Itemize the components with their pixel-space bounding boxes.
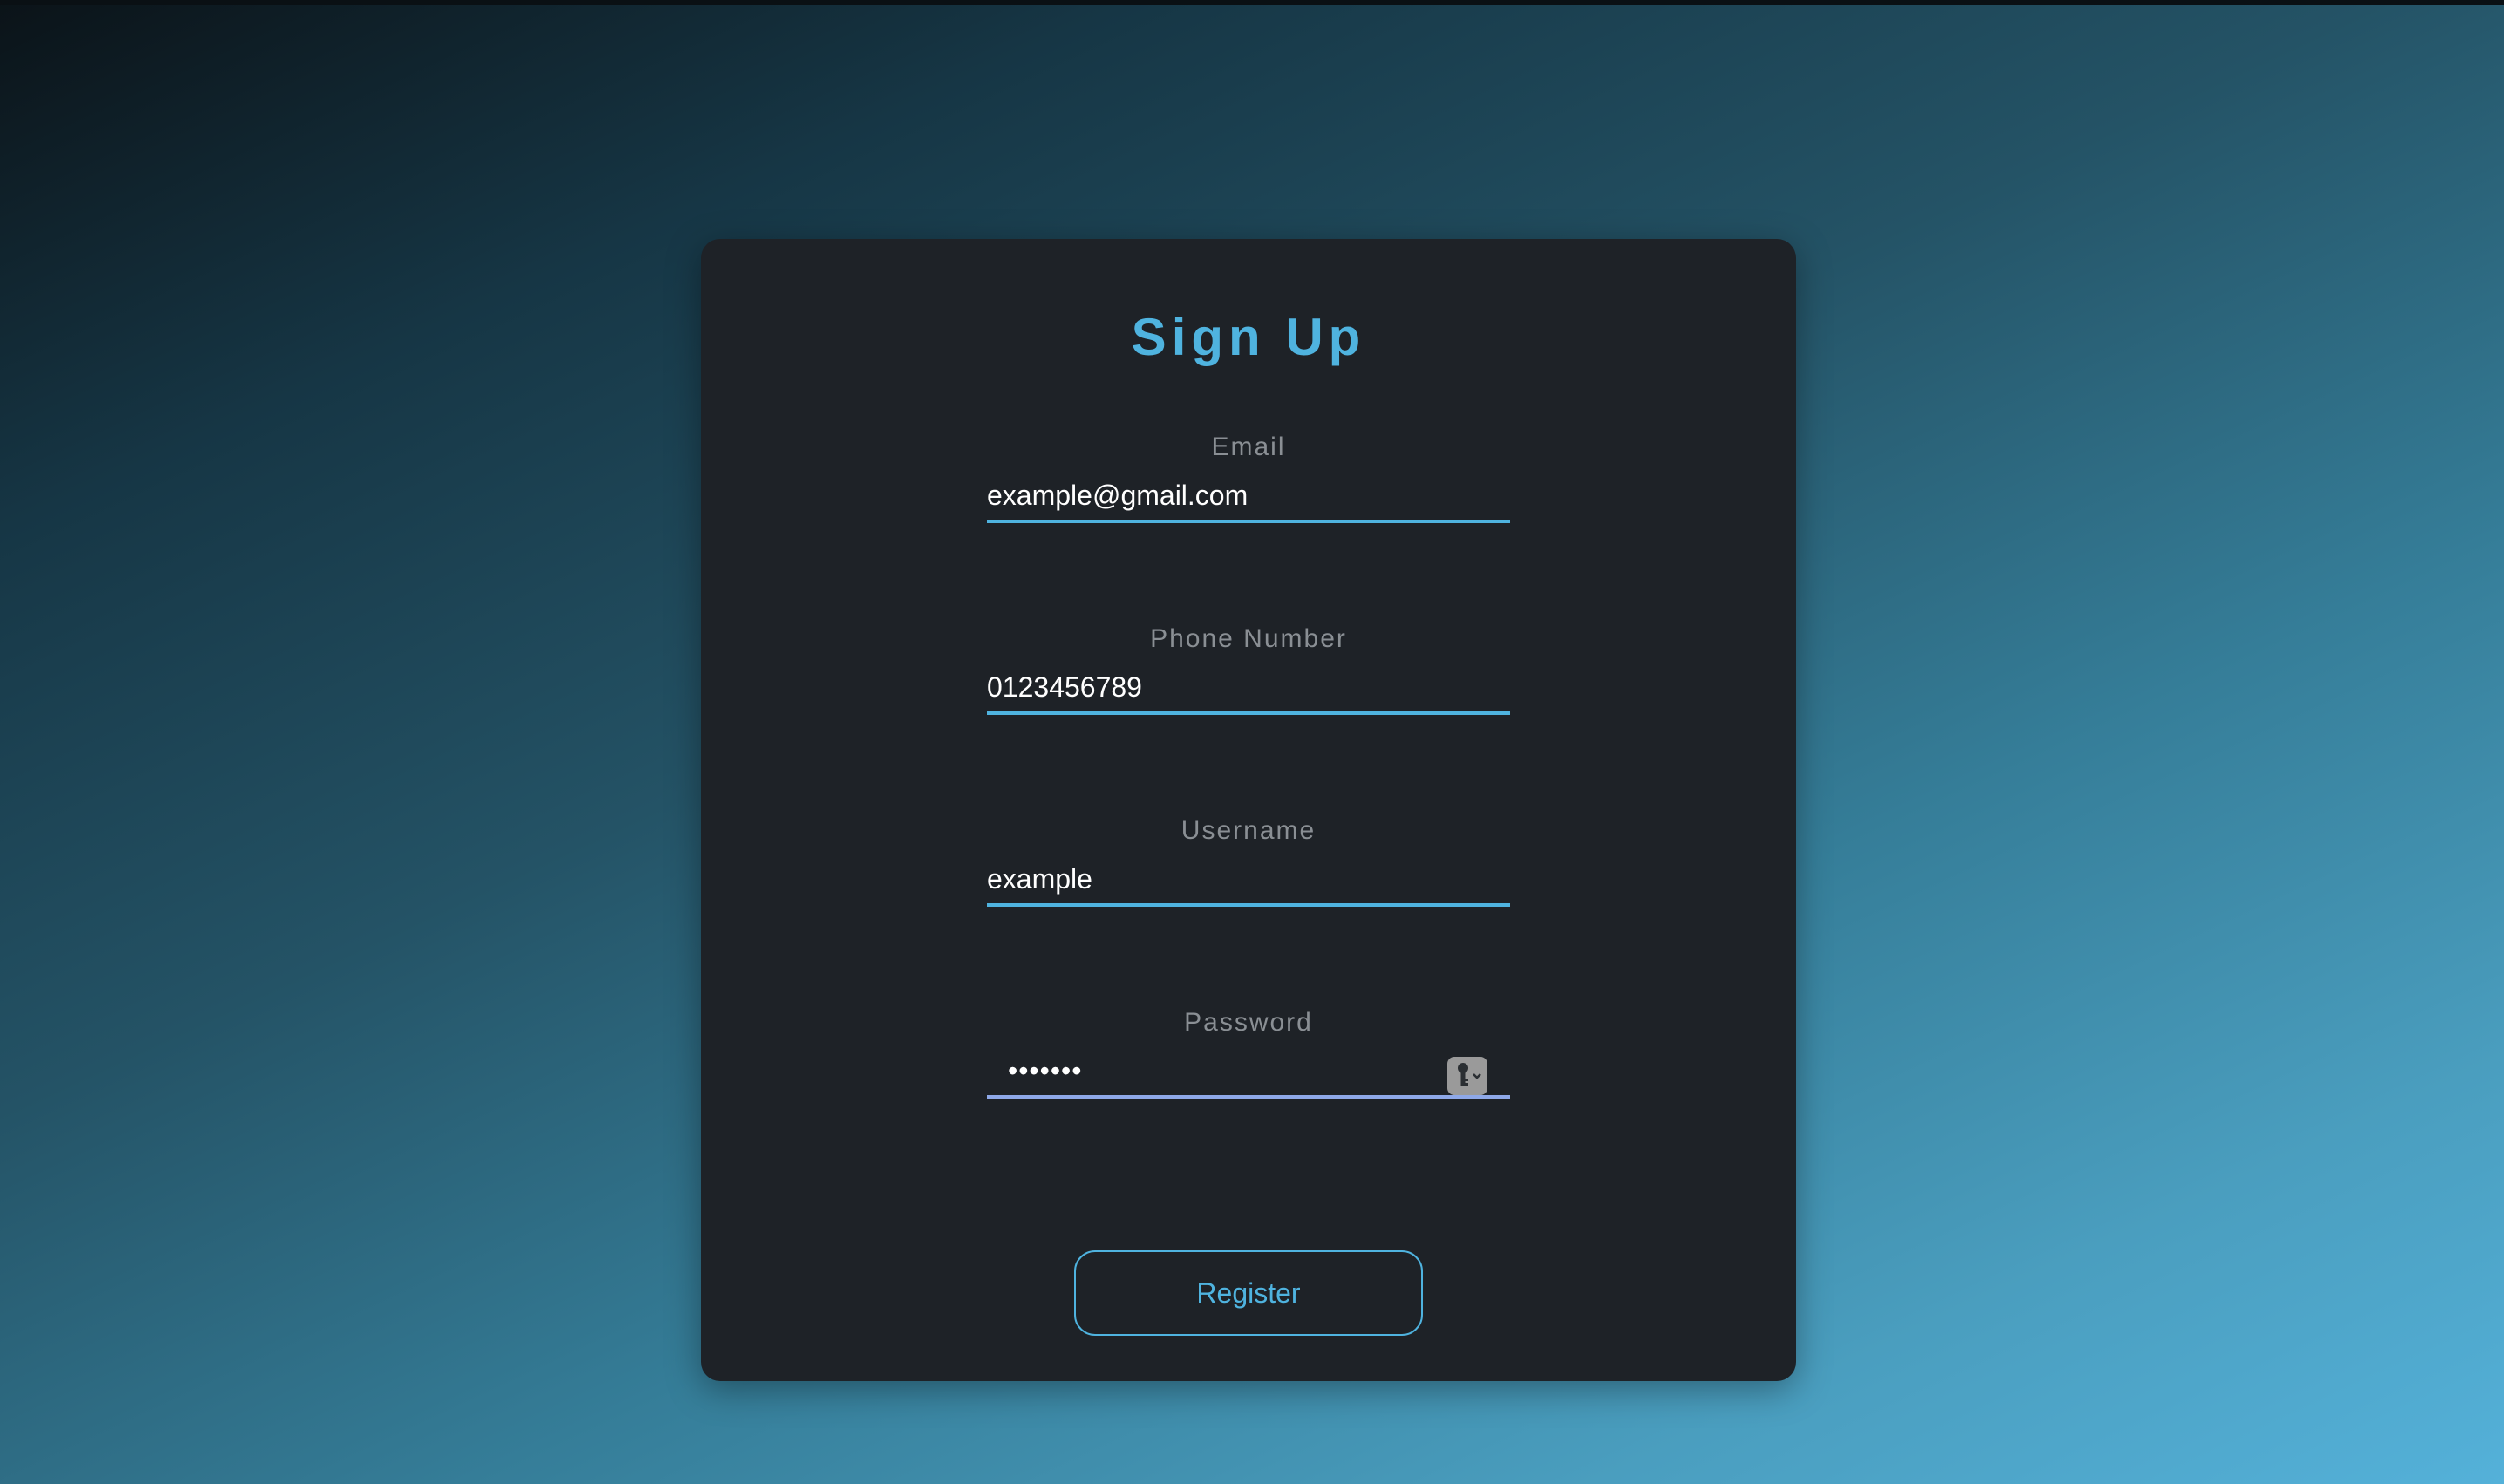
register-button[interactable]: Register (1074, 1250, 1423, 1336)
top-edge-strip (0, 0, 2504, 5)
username-label: Username (1181, 816, 1317, 845)
phone-field-group: Phone Number (987, 624, 1510, 738)
phone-input[interactable] (987, 663, 1510, 715)
password-label: Password (1184, 1008, 1313, 1037)
signup-card: Sign Up Email Phone Number Username Pass… (701, 239, 1796, 1381)
email-field-group: Email (987, 432, 1510, 546)
username-input[interactable] (987, 854, 1510, 907)
password-input[interactable] (987, 1046, 1510, 1099)
email-label: Email (1211, 432, 1286, 461)
username-field-group: Username (987, 816, 1510, 929)
phone-label: Phone Number (1150, 624, 1347, 653)
password-field-group: Password (987, 1008, 1510, 1121)
page-title: Sign Up (1131, 308, 1366, 366)
email-input[interactable] (987, 471, 1510, 523)
key-icon-glyph (1458, 1063, 1481, 1086)
key-icon[interactable] (1447, 1057, 1487, 1095)
